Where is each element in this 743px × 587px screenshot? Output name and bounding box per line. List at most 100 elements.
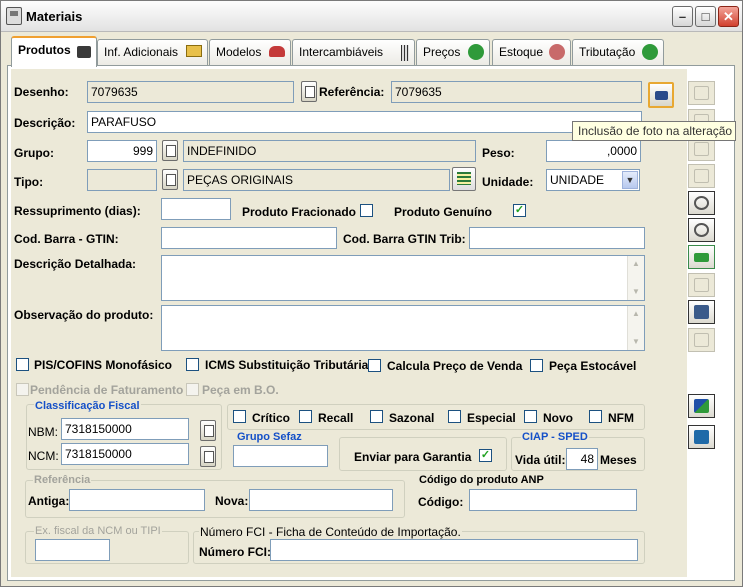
tipo-label: Tipo: [14, 175, 44, 189]
desenho-field[interactable]: 7079635 [87, 81, 294, 103]
tipo-code-field[interactable] [87, 169, 157, 191]
descricao-detalhada-textarea[interactable]: ▲ ▼ [161, 255, 645, 301]
maximize-button[interactable]: □ [695, 6, 716, 27]
gtin-trib-field[interactable] [469, 227, 645, 249]
referencia-field[interactable]: 7079635 [391, 81, 642, 103]
preview-icon [694, 169, 709, 183]
tab-label: Tributação [579, 45, 636, 59]
camera-button[interactable] [648, 82, 674, 108]
tab-label: Preços [423, 45, 461, 59]
car-icon [269, 46, 285, 57]
ncm-field[interactable]: 7318150000 [61, 443, 189, 465]
materiais-window: Materiais – □ ✕ Produtos Inf. Adicionais… [0, 0, 743, 587]
sazonal-checkbox[interactable] [370, 410, 383, 423]
nbm-label: NBM: [28, 425, 58, 439]
icms-st-checkbox[interactable] [186, 358, 199, 371]
tab-label: Produtos [18, 43, 71, 57]
garantia-checkbox[interactable]: ✓ [479, 449, 492, 462]
grupo-code-field[interactable]: 999 [87, 140, 157, 162]
produto-genuino-checkbox[interactable]: ✓ [513, 204, 526, 217]
nbm-field[interactable]: 7318150000 [61, 418, 189, 440]
scroll-down-icon[interactable]: ▼ [629, 285, 643, 299]
tab-modelos[interactable]: Modelos [209, 39, 291, 65]
tab-produtos[interactable]: Produtos [11, 36, 97, 67]
insert-button[interactable] [688, 81, 715, 105]
scroll-up-icon[interactable]: ▲ [629, 307, 643, 321]
exit-button[interactable] [688, 425, 715, 449]
peca-estocavel-label: Peça Estocável [549, 359, 637, 373]
print-button[interactable] [688, 300, 715, 324]
vida-util-field[interactable]: 48 [566, 448, 598, 470]
ncm-search-button[interactable] [200, 446, 216, 467]
produto-fracionado-checkbox[interactable] [360, 204, 373, 217]
novo-checkbox[interactable] [524, 410, 537, 423]
grupo-label: Grupo: [14, 146, 54, 160]
nfm-checkbox[interactable] [589, 410, 602, 423]
anp-codigo-label: Código: [418, 495, 464, 509]
close-button[interactable]: ✕ [718, 6, 739, 27]
chevron-down-icon[interactable]: ▼ [622, 171, 638, 189]
calcula-preco-checkbox[interactable] [368, 359, 381, 372]
peca-estocavel-checkbox[interactable] [530, 359, 543, 372]
peca-bo-checkbox[interactable] [186, 383, 199, 396]
scroll-down-icon[interactable]: ▼ [629, 335, 643, 349]
grupo-sefaz-field[interactable] [233, 445, 328, 467]
scroll-up-icon[interactable]: ▲ [629, 257, 643, 271]
gtin-field[interactable] [161, 227, 337, 249]
especial-checkbox[interactable] [448, 410, 461, 423]
calcula-preco-label: Calcula Preço de Venda [387, 359, 523, 373]
print-icon [694, 305, 709, 319]
barcode-icon [401, 45, 409, 61]
tab-estoque[interactable]: Estoque [492, 39, 571, 65]
nova-field[interactable] [249, 489, 393, 511]
descricao-field[interactable]: PARAFUSO [87, 111, 642, 133]
money-bag-icon [642, 44, 658, 60]
tab-intercambiaveis[interactable]: Intercambiáveis [292, 39, 415, 65]
antiga-field[interactable] [69, 489, 205, 511]
cancel-button[interactable] [688, 218, 715, 242]
fci-field[interactable] [270, 539, 638, 561]
tipo-search-button[interactable] [162, 169, 178, 190]
especial-label: Especial [467, 411, 516, 425]
camera-icon [655, 91, 668, 100]
money-bag-icon [468, 44, 484, 60]
ressuprimento-field[interactable] [161, 198, 231, 220]
unidade-label: Unidade: [482, 175, 534, 189]
copy-button[interactable] [688, 273, 715, 297]
tooltip: Inclusão de foto na alteração [572, 121, 736, 141]
refresh-button[interactable] [688, 191, 715, 215]
scrollbar[interactable]: ▲ ▼ [627, 256, 644, 300]
peso-field[interactable]: ,0000 [546, 140, 641, 162]
confirm-button[interactable] [688, 394, 715, 418]
money-button[interactable] [688, 245, 715, 269]
table-icon [457, 172, 471, 185]
grupo-search-button[interactable] [162, 140, 178, 161]
tipo-table-button[interactable] [452, 167, 476, 191]
ncm-label: NCM: [28, 449, 59, 463]
scrollbar[interactable]: ▲ ▼ [627, 306, 644, 350]
tab-label: Estoque [499, 45, 544, 59]
produto-genuino-label: Produto Genuíno [394, 205, 492, 219]
ex-fiscal-field[interactable] [35, 539, 110, 561]
refresh-icon [694, 196, 709, 210]
nbm-search-button[interactable] [200, 420, 216, 441]
check-button[interactable] [688, 328, 715, 352]
tab-precos[interactable]: Preços [416, 39, 490, 65]
app-icon [6, 7, 22, 25]
recall-checkbox[interactable] [299, 410, 312, 423]
pendencia-faturamento-checkbox[interactable] [16, 383, 29, 396]
gtin-label: Cod. Barra - GTIN: [14, 232, 119, 246]
cancel-icon [694, 223, 709, 237]
pis-cofins-checkbox[interactable] [16, 358, 29, 371]
confirm-icon [694, 399, 709, 413]
desenho-search-button[interactable] [301, 81, 317, 102]
observacao-textarea[interactable]: ▲ ▼ [161, 305, 645, 351]
anp-codigo-field[interactable] [469, 489, 637, 511]
preview-button[interactable] [688, 164, 715, 188]
minimize-button[interactable]: – [672, 6, 693, 27]
eraser-icon [694, 142, 709, 156]
tab-tributacao[interactable]: Tributação [572, 39, 664, 65]
critico-checkbox[interactable] [233, 410, 246, 423]
referencia-group-title: Referência [33, 474, 92, 486]
tab-inf-adicionais[interactable]: Inf. Adicionais [97, 39, 208, 65]
